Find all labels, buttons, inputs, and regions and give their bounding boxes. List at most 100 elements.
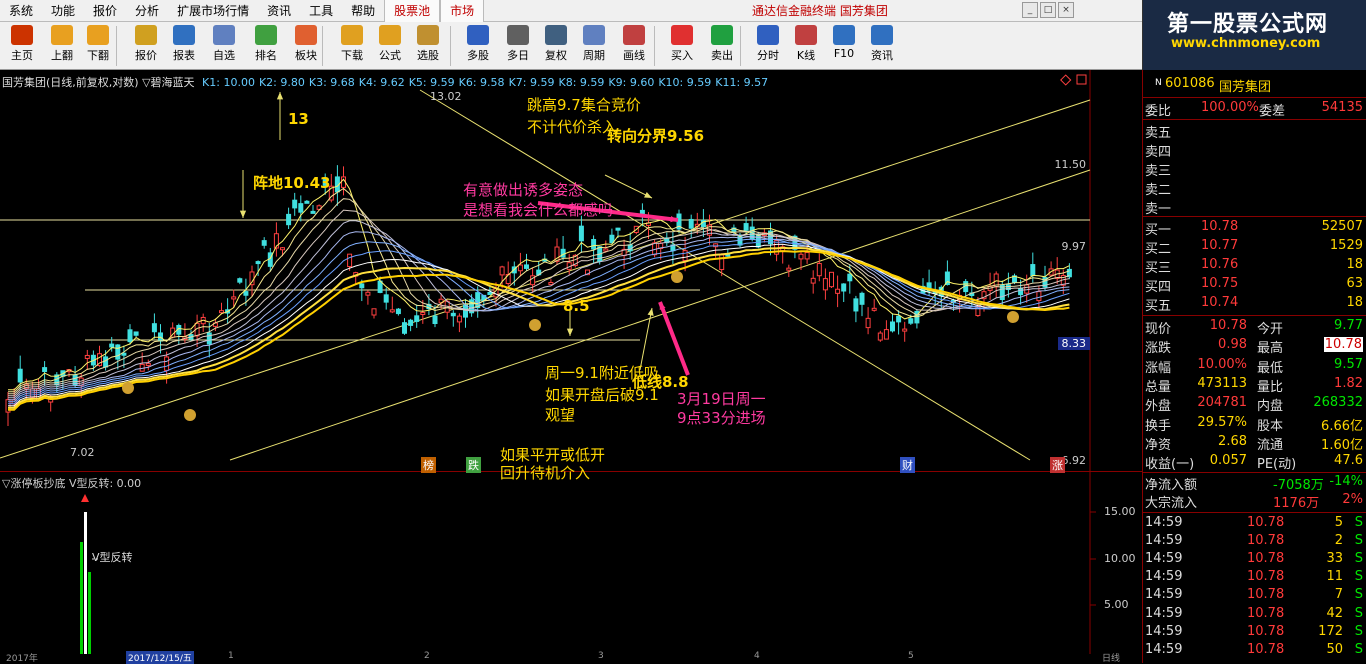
tick-row[interactable]: 14:59 10.78 42 S bbox=[1143, 606, 1366, 625]
toolbar-button-arrow-down[interactable]: 下翻 bbox=[80, 24, 116, 68]
menu-tools[interactable]: 工具 bbox=[300, 0, 342, 22]
toolbar-button-home[interactable]: 主页 bbox=[4, 24, 40, 68]
toolbar-button-label: 复权 bbox=[545, 49, 567, 62]
stat-value: 6.66亿 bbox=[1321, 418, 1363, 434]
money-bag-icon[interactable] bbox=[1007, 311, 1019, 323]
marker-die[interactable]: 跌 bbox=[466, 457, 481, 473]
toolbar-button-stock-select[interactable]: 选股 bbox=[410, 24, 446, 68]
money-bag-icon[interactable] bbox=[529, 319, 541, 331]
menu-function[interactable]: 功能 bbox=[42, 0, 84, 22]
sell-order-row: 卖四 bbox=[1143, 141, 1366, 160]
toolbar-button-restore[interactable]: 复权 bbox=[538, 24, 574, 68]
toolbar-button-sell[interactable]: 卖出 bbox=[704, 24, 740, 68]
toolbar-separator bbox=[450, 26, 451, 66]
toolbar-button-formula[interactable]: 公式 bbox=[372, 24, 408, 68]
close-icon[interactable]: × bbox=[1058, 2, 1074, 18]
diamond-icon[interactable] bbox=[1060, 74, 1072, 86]
tick-volume: 11 bbox=[1326, 569, 1343, 585]
subchart-canvas[interactable] bbox=[0, 472, 1142, 654]
candle-body bbox=[304, 200, 310, 204]
tick-row[interactable]: 14:59 10.78 5 S bbox=[1143, 515, 1366, 534]
tick-time: 14:59 bbox=[1145, 587, 1183, 603]
toolbar-button-multi-stock[interactable]: 多股 bbox=[460, 24, 496, 68]
tab-market[interactable]: 市场 bbox=[440, 0, 485, 22]
toolbar-button-download[interactable]: 下载 bbox=[334, 24, 370, 68]
menu-help[interactable]: 帮助 bbox=[342, 0, 384, 22]
kline-icon bbox=[795, 25, 817, 45]
indicator-value-k3: K3: 9.68 bbox=[308, 76, 355, 89]
square-icon[interactable] bbox=[1076, 74, 1087, 85]
toolbar-button-block[interactable]: 板块 bbox=[288, 24, 324, 68]
menu-analysis[interactable]: 分析 bbox=[126, 0, 168, 22]
divider bbox=[1143, 119, 1366, 120]
tick-price: 10.78 bbox=[1247, 623, 1285, 639]
tick-direction: S bbox=[1354, 641, 1363, 657]
toolbar-button-buy[interactable]: 买入 bbox=[664, 24, 700, 68]
stat-row: 外盘 204781 内盘 268332 bbox=[1143, 395, 1366, 414]
arrow-8-5-head bbox=[566, 328, 574, 336]
candle-body bbox=[84, 354, 90, 359]
stat-value: 473113 bbox=[1197, 375, 1247, 391]
toolbar-button-label: F10 bbox=[833, 47, 855, 60]
tick-row[interactable]: 14:59 10.78 172 S bbox=[1143, 624, 1366, 643]
menu-extended-market[interactable]: 扩展市场行情 bbox=[168, 0, 258, 22]
toolbar-button-news[interactable]: 资讯 bbox=[864, 24, 900, 68]
download-icon bbox=[341, 25, 363, 45]
candle-body bbox=[450, 312, 456, 317]
marker-cai[interactable]: 财 bbox=[900, 457, 915, 473]
tick-row[interactable]: 14:59 10.78 2 S bbox=[1143, 533, 1366, 552]
marker-bang[interactable]: 榜 bbox=[421, 457, 436, 473]
minimize-icon[interactable]: _ bbox=[1022, 2, 1038, 18]
money-bag-icon[interactable] bbox=[184, 409, 196, 421]
money-bag-icon[interactable] bbox=[671, 271, 683, 283]
candle-body bbox=[231, 296, 237, 300]
candle-body bbox=[17, 368, 23, 383]
buy-volume: 18 bbox=[1346, 295, 1363, 310]
toolbar-button-f8[interactable]: 周期 bbox=[576, 24, 612, 68]
stat-row: 涨跌 0.98 最高 10.78 bbox=[1143, 337, 1366, 356]
tick-volume: 50 bbox=[1326, 641, 1343, 657]
tick-row[interactable]: 14:59 10.78 11 S bbox=[1143, 569, 1366, 588]
indicator-value-k8: K8: 9.59 bbox=[558, 76, 605, 89]
tab-stock-pool[interactable]: 股票池 bbox=[384, 0, 441, 22]
stat-row: 总量 473113 量比 1.82 bbox=[1143, 376, 1366, 395]
candle-body bbox=[42, 367, 48, 373]
indicator-subchart[interactable]: ▽涨停板抄底 V型反转: 0.00 V型反转 15.00 10.00 5.00 bbox=[0, 472, 1142, 663]
candle-body bbox=[310, 210, 316, 214]
candle-body bbox=[822, 278, 828, 291]
toolbar-button-yen[interactable]: 报价 bbox=[128, 24, 164, 68]
window-controls: _ □ × bbox=[1020, 2, 1074, 18]
tick-volume: 2 bbox=[1334, 533, 1343, 549]
tick-price: 10.78 bbox=[1247, 569, 1285, 585]
maximize-icon[interactable]: □ bbox=[1040, 2, 1056, 18]
signal-bar bbox=[80, 542, 83, 654]
buy-icon bbox=[671, 25, 693, 45]
kline-chart[interactable]: 国芳集团(日线,前复权,对数) ▽碧海蓝天 K1: 10.00 K2: 9.80 K… bbox=[0, 70, 1142, 481]
marker-zhang[interactable]: 涨 bbox=[1050, 457, 1065, 473]
toolbar-button-intraday[interactable]: 分时 bbox=[750, 24, 786, 68]
toolbar-button-arrow-up[interactable]: 上翻 bbox=[44, 24, 80, 68]
toolbar-button-rank[interactable]: 排名 bbox=[248, 24, 284, 68]
money-bag-icon[interactable] bbox=[122, 382, 134, 394]
tick-time: 14:59 bbox=[1145, 605, 1183, 621]
toolbar-button-report[interactable]: 报表 bbox=[166, 24, 202, 68]
toolbar-button-draw-line[interactable]: 画线 bbox=[616, 24, 652, 68]
tick-row[interactable]: 14:59 10.78 7 S bbox=[1143, 587, 1366, 606]
toolbar-button-label: 自选 bbox=[213, 49, 235, 62]
tick-row[interactable]: 14:59 10.78 33 S bbox=[1143, 551, 1366, 570]
menu-system[interactable]: 系统 bbox=[0, 0, 42, 22]
candle-body bbox=[115, 344, 121, 360]
toolbar-button-label: 买入 bbox=[671, 49, 693, 62]
candle-body bbox=[298, 203, 304, 213]
toolbar-button-f6[interactable]: 自选 bbox=[206, 24, 242, 68]
toolbar-button-kline[interactable]: K线 bbox=[788, 24, 824, 68]
tick-time: 14:59 bbox=[1145, 623, 1183, 639]
menu-quote[interactable]: 报价 bbox=[84, 0, 126, 22]
menu-news[interactable]: 资讯 bbox=[258, 0, 300, 22]
toolbar-button-multi-day[interactable]: 多日 bbox=[500, 24, 536, 68]
date-label: 2 bbox=[424, 651, 430, 661]
candle-body bbox=[121, 352, 127, 356]
tick-row[interactable]: 14:59 10.78 50 S bbox=[1143, 642, 1366, 661]
toolbar-button-f10[interactable]: F10 bbox=[826, 24, 862, 68]
kline-indicator-name[interactable]: ▽碧海蓝天 bbox=[142, 76, 194, 89]
